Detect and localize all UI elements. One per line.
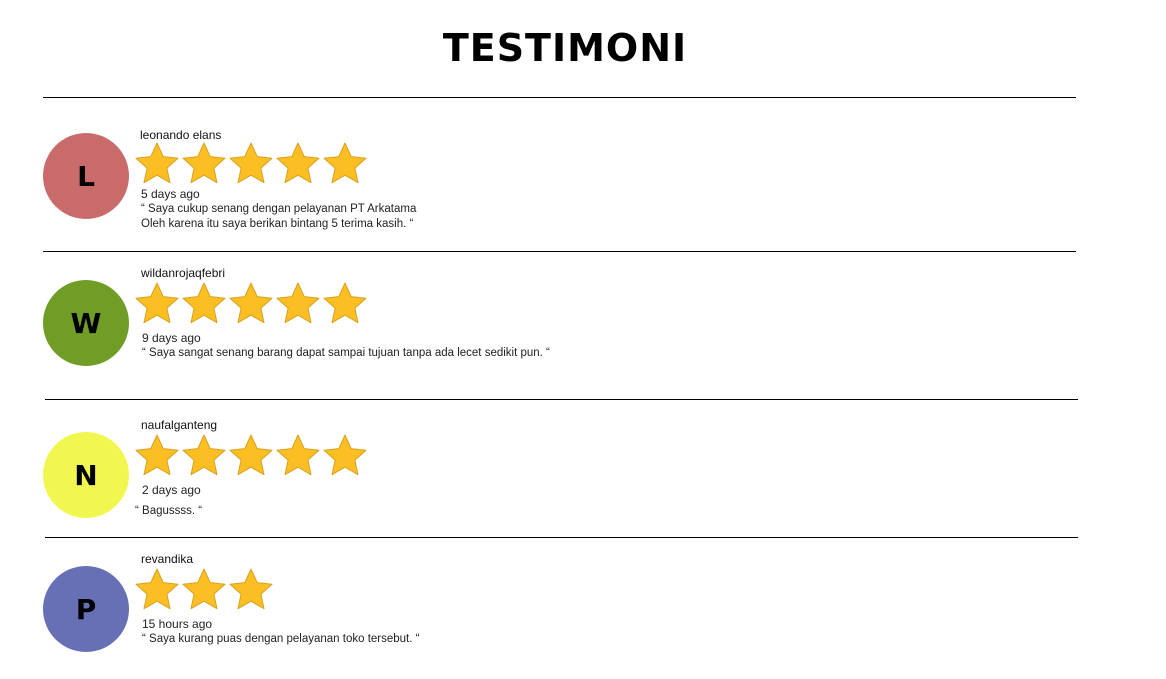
review-comment-line: Oleh karena itu saya berikan bintang 5 t…	[141, 218, 414, 230]
avatar: N	[43, 432, 129, 518]
star-icon	[180, 280, 228, 328]
reviewer-name: wildanrojaqfebri	[141, 266, 226, 280]
star-rating	[133, 280, 368, 328]
star-icon	[321, 140, 369, 188]
star-icon	[227, 140, 275, 188]
star-rating	[133, 566, 274, 614]
star-icon	[274, 432, 322, 480]
review-time: 5 days ago	[141, 187, 200, 201]
avatar-initial: P	[75, 592, 97, 626]
star-icon	[321, 432, 369, 480]
avatar-initial: W	[70, 306, 102, 340]
star-icon	[274, 140, 322, 188]
avatar: W	[43, 280, 129, 366]
review-time: 9 days ago	[142, 331, 201, 345]
star-icon	[133, 432, 181, 480]
star-icon	[321, 280, 369, 328]
review-divider	[43, 251, 1076, 252]
star-icon	[180, 432, 228, 480]
review-divider	[45, 537, 1078, 538]
star-icon	[133, 566, 181, 614]
star-rating	[133, 140, 368, 188]
star-icon	[133, 140, 181, 188]
review-time: 15 hours ago	[142, 617, 213, 631]
page-title: TESTIMONI	[442, 26, 688, 70]
reviewer-name: naufalganteng	[141, 418, 218, 432]
review-comment: “ Saya kurang puas dengan pelayanan toko…	[142, 632, 419, 647]
avatar: P	[43, 566, 129, 652]
star-icon	[274, 280, 322, 328]
review-comment-line: “ Saya kurang puas dengan pelayanan toko…	[142, 633, 420, 645]
star-rating	[133, 432, 368, 480]
star-icon	[180, 566, 228, 614]
review-comment: “ Bagussss. “	[135, 504, 202, 519]
review-comment: “ Saya cukup senang dengan pelayanan PT …	[141, 202, 416, 232]
star-icon	[227, 566, 275, 614]
review-comment-line: “ Bagussss. “	[135, 505, 203, 517]
avatar-initial: L	[77, 159, 95, 193]
star-icon	[133, 280, 181, 328]
star-icon	[227, 280, 275, 328]
reviewer-name: revandika	[141, 552, 194, 566]
review-time: 2 days ago	[142, 483, 201, 497]
review-comment-line: “ Saya cukup senang dengan pelayanan PT …	[141, 203, 417, 215]
star-icon	[227, 432, 275, 480]
title-divider	[43, 97, 1076, 98]
review-divider	[45, 399, 1078, 400]
star-icon	[180, 140, 228, 188]
avatar-initial: N	[74, 458, 98, 492]
review-comment: “ Saya sangat senang barang dapat sampai…	[142, 346, 550, 361]
review-comment-line: “ Saya sangat senang barang dapat sampai…	[142, 347, 550, 359]
avatar: L	[43, 133, 129, 219]
